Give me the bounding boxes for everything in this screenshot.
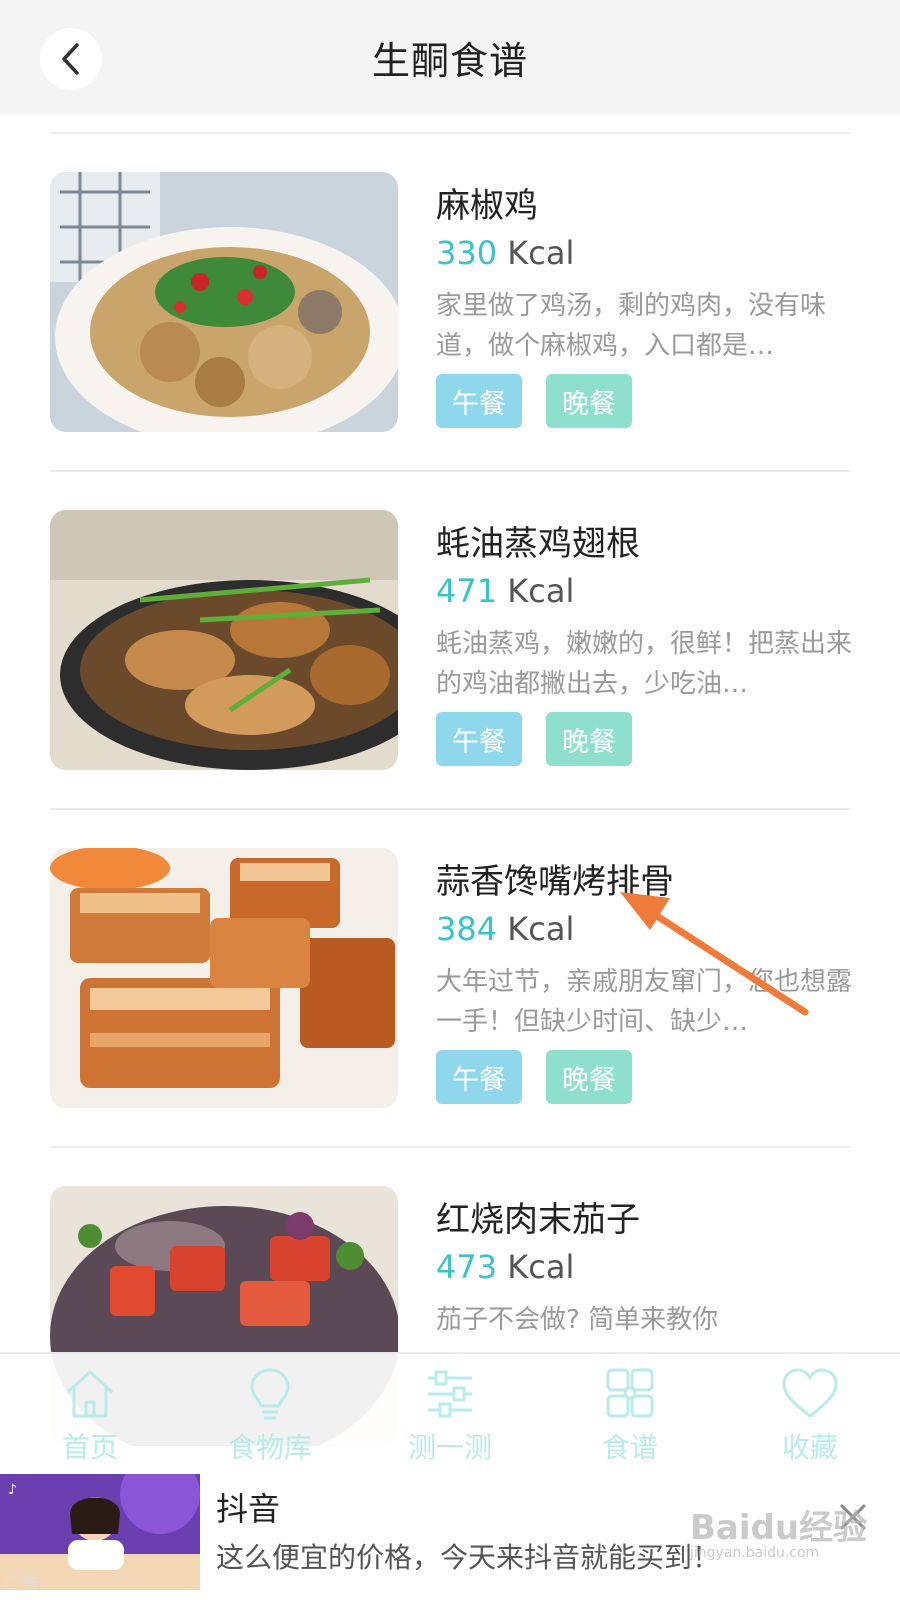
nav-item-home[interactable]: 首页 [0, 1354, 180, 1476]
sliders-icon [428, 1370, 472, 1418]
home-icon [66, 1370, 114, 1418]
recipe-name: 麻椒鸡 [436, 186, 538, 226]
recipe-image [50, 172, 398, 432]
watermark-text: Baidu经验 [690, 1508, 868, 1548]
top-app-bar: 生酮食谱 [0, 0, 900, 114]
lightbulb-icon [250, 1368, 290, 1420]
recipe-description: 大年过节，亲戚朋友窜门，您也想露一手！但缺少时间、缺少… [436, 967, 853, 1037]
recipe-description: 蚝油蒸鸡，嫩嫩的，很鲜！把蒸出来的鸡油都撇出去，少吃油… [436, 629, 853, 699]
heart-icon [782, 1368, 838, 1418]
ad-text: 这么便宜的价格，今天来抖音就能买到！ [216, 1541, 721, 1574]
page-title: 生酮食谱 [371, 39, 528, 83]
recipe-calories: 330 Kcal [436, 234, 574, 272]
meal-tags: 午餐 晚餐 [436, 1050, 632, 1104]
nav-label: 首页 [61, 1431, 118, 1464]
calorie-value: 473 [436, 1248, 498, 1286]
calorie-value: 330 [436, 234, 498, 272]
tag-dinner: 晚餐 [546, 1050, 632, 1104]
svg-text:♪: ♪ [8, 1482, 17, 1498]
ad-image: ♪ 广告 [0, 1474, 200, 1590]
recipe-image [50, 848, 398, 1108]
recipe-item[interactable]: 蚝油蒸鸡翅根 471 Kcal 蚝油蒸鸡，嫩嫩的，很鲜！把蒸出来的鸡油都撇出去，… [50, 472, 852, 810]
tag-dinner: 晚餐 [546, 374, 632, 428]
calorie-unit: Kcal [497, 572, 575, 610]
recipe-item[interactable]: 蒜香馋嘴烤排骨 384 Kcal 大年过节，亲戚朋友窜门，您也想露一手！但缺少时… [50, 810, 852, 1148]
recipe-description: 茄子不会做? 简单来教你 [436, 1305, 719, 1335]
meal-tags: 午餐 晚餐 [436, 374, 632, 428]
nav-label: 食物库 [227, 1431, 312, 1464]
tag-dinner: 晚餐 [546, 712, 632, 766]
meal-tags: 午餐 晚餐 [436, 712, 632, 766]
recipe-name: 蒜香馋嘴烤排骨 [436, 862, 674, 902]
calorie-unit: Kcal [497, 1248, 575, 1286]
tag-lunch: 午餐 [436, 712, 522, 766]
nav-label: 食谱 [601, 1431, 658, 1464]
recipe-calories: 471 Kcal [436, 572, 574, 610]
recipe-item[interactable]: 麻椒鸡 330 Kcal 家里做了鸡汤，剩的鸡肉，没有味道，做个麻椒鸡，入口都是… [50, 134, 850, 472]
calorie-unit: Kcal [497, 910, 575, 948]
ad-title: 抖音 [216, 1490, 281, 1528]
tag-lunch: 午餐 [436, 374, 522, 428]
grid-icon [606, 1368, 654, 1418]
nav-label: 测一测 [407, 1431, 492, 1464]
recipe-list: 麻椒鸡 330 Kcal 家里做了鸡汤，剩的鸡肉，没有味道，做个麻椒鸡，入口都是… [50, 132, 852, 1484]
recipe-description: 家里做了鸡汤，剩的鸡肉，没有味道，做个麻椒鸡，入口都是… [436, 291, 827, 361]
calorie-value: 384 [436, 910, 498, 948]
recipe-calories: 473 Kcal [436, 1248, 574, 1286]
calorie-unit: Kcal [497, 234, 575, 272]
tag-lunch: 午餐 [436, 1050, 522, 1104]
nav-item-test[interactable]: 测一测 [360, 1354, 540, 1476]
recipe-image [50, 510, 398, 770]
ad-label: 广告 [4, 1574, 40, 1590]
calorie-value: 471 [436, 572, 498, 610]
baidu-watermark: Baidu经验 jingyan.baidu.com [690, 1500, 867, 1561]
recipe-calories: 384 Kcal [436, 910, 574, 948]
nav-item-recipes[interactable]: 食谱 [540, 1354, 720, 1476]
bottom-nav-bar: 首页 食物库 测一测 食谱 收藏 [0, 1352, 900, 1476]
nav-item-food-library[interactable]: 食物库 [180, 1354, 360, 1476]
nav-label: 收藏 [781, 1431, 838, 1464]
nav-item-favorites[interactable]: 收藏 [720, 1354, 900, 1476]
recipe-name: 蚝油蒸鸡翅根 [436, 524, 640, 564]
recipe-name: 红烧肉末茄子 [436, 1200, 640, 1240]
